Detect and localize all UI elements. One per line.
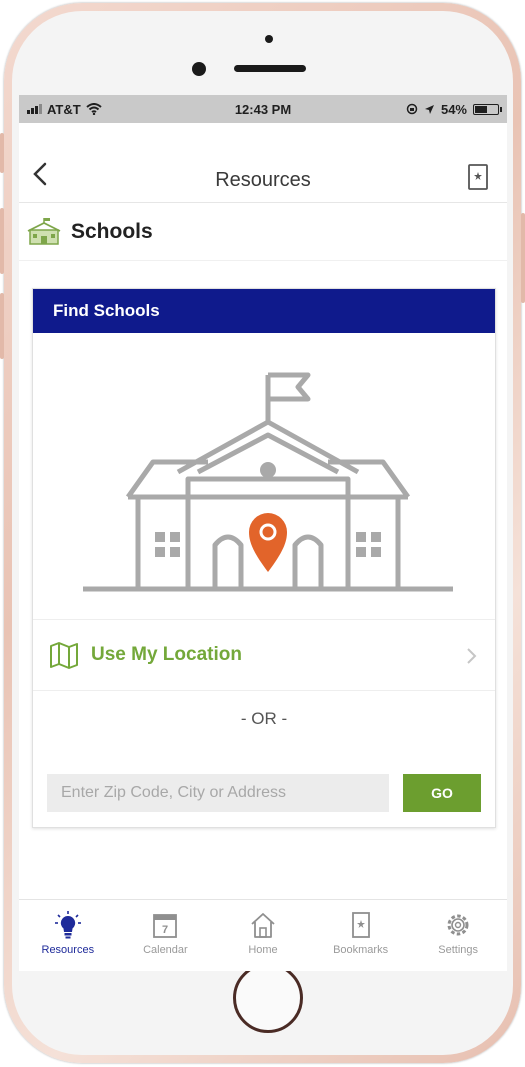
rotation-lock-icon: [406, 103, 418, 115]
location-pin-icon: [249, 513, 287, 572]
volume-up-button: [0, 208, 4, 274]
tab-bookmarks[interactable]: Bookmarks: [312, 900, 410, 971]
gear-icon: [447, 914, 469, 936]
proximity-sensor: [265, 35, 273, 43]
tab-calendar[interactable]: 7 Calendar: [117, 900, 215, 971]
or-divider: - OR -: [240, 709, 288, 728]
status-right: 54%: [406, 101, 502, 117]
mute-switch: [0, 133, 4, 173]
tab-home[interactable]: Home: [214, 900, 312, 971]
tab-label: Calendar: [143, 944, 188, 956]
battery-icon: [473, 103, 502, 115]
carrier-name: AT&T: [47, 101, 81, 117]
home-icon: [251, 913, 275, 938]
tab-label: Bookmarks: [333, 944, 389, 956]
page-title: Resources: [215, 169, 311, 191]
app-screen: AT&T 12:43 PM 54% Resources Schools Find…: [19, 95, 507, 971]
bookmark-icon[interactable]: [467, 163, 489, 191]
card-header: Find Schools: [33, 289, 495, 333]
calendar-icon: 7: [153, 914, 178, 938]
address-search-input[interactable]: [47, 774, 389, 812]
navigation-bar: Resources: [19, 123, 507, 203]
tab-label: Home: [248, 944, 278, 956]
map-icon: [50, 642, 78, 669]
battery-fill: [475, 105, 487, 113]
use-my-location-button[interactable]: Use My Location: [33, 619, 495, 691]
status-bar: AT&T 12:43 PM 54%: [19, 95, 507, 123]
go-button[interactable]: GO: [403, 774, 481, 812]
earpiece-speaker: [234, 65, 306, 72]
location-arrow-icon: [424, 104, 434, 114]
wifi-icon: [86, 103, 102, 115]
tab-resources[interactable]: Resources: [19, 900, 117, 971]
bottom-tab-bar: Resources 7 Calendar Home Bookmarks Sett…: [19, 899, 507, 971]
tab-settings[interactable]: Settings: [409, 900, 507, 971]
svg-text:7: 7: [162, 924, 168, 936]
use-my-location-label: Use My Location: [91, 644, 242, 665]
volume-down-button: [0, 293, 4, 359]
find-schools-card: Find Schools Use My Location - OR - Ente…: [32, 288, 496, 828]
power-button: [521, 213, 525, 303]
section-header: Schools: [19, 203, 507, 261]
chevron-right-icon: [467, 648, 477, 664]
school-building-icon: [27, 217, 61, 245]
signal-icon: [27, 104, 42, 114]
home-button[interactable]: [233, 963, 303, 1033]
lightbulb-icon: [54, 911, 81, 939]
search-row: GO: [47, 774, 481, 812]
bookmark-icon: [351, 912, 370, 938]
status-left: AT&T: [27, 102, 102, 117]
battery-percent: 54%: [440, 101, 467, 117]
tab-label: Resources: [41, 944, 95, 956]
section-title: Schools: [71, 219, 153, 243]
front-camera: [192, 62, 206, 76]
school-location-illustration: [83, 372, 453, 592]
tab-label: Settings: [438, 944, 479, 956]
